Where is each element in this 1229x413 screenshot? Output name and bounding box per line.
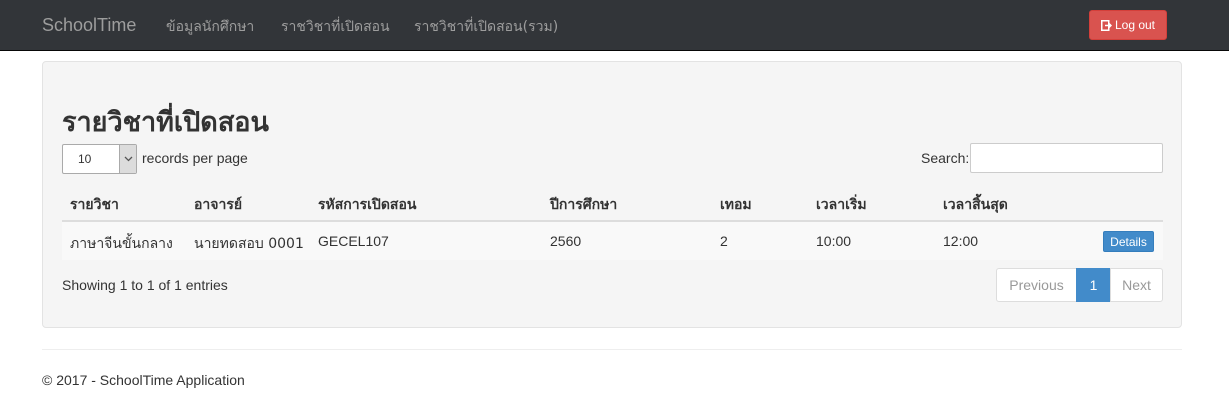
column-header-start-time[interactable]: เวลาเริ่ม [816, 194, 867, 216]
column-header-term[interactable]: เทอม [720, 194, 752, 216]
table-info: Showing 1 to 1 of 1 entries [62, 277, 228, 293]
cell-academic-year: 2560 [550, 233, 582, 249]
details-button[interactable]: Details [1103, 231, 1154, 252]
logout-button[interactable]: Log out [1089, 10, 1167, 40]
footer-text: © 2017 - SchoolTime Application [42, 372, 245, 388]
top-navbar: SchoolTime ข้อมูลนักศึกษา ราชวิชาที่เปิด… [0, 0, 1229, 51]
cell-section-code: GECEL107 [318, 233, 389, 249]
nav-open-courses-all[interactable]: ราชวิชาที่เปิดสอน(รวม) [414, 16, 558, 38]
cell-start-time: 10:00 [816, 233, 852, 249]
cell-teacher: นายทดสอบ 0001 [194, 236, 304, 252]
logout-label: Log out [1114, 18, 1156, 32]
page-title: รายวิชาที่เปิดสอน [62, 107, 269, 138]
column-header-course[interactable]: รายวิชา [70, 194, 119, 216]
column-header-section-code[interactable]: รหัสการเปิดสอน [318, 194, 416, 216]
page-length-select[interactable]: 10 [62, 144, 137, 174]
search-label: Search: [921, 150, 970, 166]
search-input[interactable] [970, 143, 1163, 173]
logout-icon [1100, 19, 1112, 31]
nav-student-info[interactable]: ข้อมูลนักศึกษา [166, 16, 254, 38]
page-length-value: 10 [78, 152, 92, 166]
column-header-teacher[interactable]: อาจารย์ [194, 194, 242, 216]
cell-end-time: 12:00 [943, 233, 979, 249]
cell-term: 2 [720, 233, 728, 249]
brand-link[interactable]: SchoolTime [42, 15, 136, 36]
courses-panel: รายวิชาที่เปิดสอน 10 records per page Se… [42, 61, 1182, 328]
pagination-page-1[interactable]: 1 [1076, 268, 1111, 302]
pagination-previous[interactable]: Previous [996, 268, 1077, 302]
pagination-next[interactable]: Next [1110, 268, 1163, 302]
footer-divider [42, 349, 1182, 350]
page-length-label: records per page [142, 150, 248, 166]
nav-open-courses[interactable]: ราชวิชาที่เปิดสอน [281, 16, 390, 38]
column-header-end-time[interactable]: เวลาสิ้นสุด [943, 194, 1008, 216]
cell-course: ภาษาจีนขั้นกลาง [70, 236, 173, 252]
column-header-academic-year[interactable]: ปีการศึกษา [550, 194, 617, 216]
chevron-down-icon [119, 145, 136, 173]
